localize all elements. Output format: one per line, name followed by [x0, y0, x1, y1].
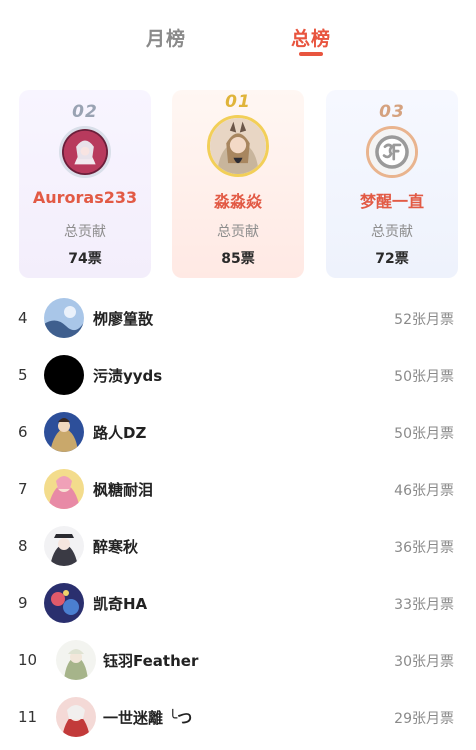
list-item[interactable]: 4 栁廖篁敔 52张月票: [0, 290, 476, 347]
list-votes: 52张月票: [394, 312, 454, 328]
podium-votes: 74票: [68, 251, 102, 267]
list-rank: 7: [18, 480, 28, 498]
avatar: [56, 640, 96, 680]
podium-name: 淼淼焱: [213, 192, 262, 211]
list-votes: 33张月票: [394, 597, 454, 613]
list-rank: 11: [18, 708, 38, 726]
list-votes: 50张月票: [394, 369, 454, 385]
list-item[interactable]: 5 污渍yyds 50张月票: [0, 347, 476, 404]
avatar: [366, 126, 418, 178]
list-name: 污渍yyds: [93, 367, 163, 385]
list-rank: 6: [18, 423, 28, 441]
list-rank: 4: [18, 309, 28, 327]
avatar: [56, 697, 96, 737]
list-item[interactable]: 10 钰羽Feather 30张月票: [0, 632, 476, 689]
list-name: 枫糖耐泪: [93, 481, 154, 499]
list-name: 路人DZ: [93, 424, 147, 442]
avatar: [207, 115, 269, 177]
podium-votes: 72票: [375, 251, 409, 267]
avatar: [44, 526, 84, 566]
podium-second[interactable]: 02 Auroras233 总贡献 74票: [19, 90, 151, 278]
list-item[interactable]: 8 醉寒秋 36张月票: [0, 518, 476, 575]
list-name: 醉寒秋: [93, 538, 139, 556]
list-item[interactable]: 7 枫糖耐泪 46张月票: [0, 461, 476, 518]
avatar: [44, 583, 84, 623]
avatar: [59, 126, 111, 178]
podium-name: Auroras233: [32, 188, 138, 207]
podium-third[interactable]: 03 梦醒一直 总贡献 72票: [326, 90, 458, 278]
list-rank: 10: [18, 651, 38, 669]
podium-rank: 02: [72, 102, 98, 122]
list-votes: 30张月票: [394, 654, 454, 670]
avatar: [44, 412, 84, 452]
contribution-label: 总贡献: [371, 224, 413, 240]
list-name: 凯奇HA: [93, 595, 148, 613]
podium-rank: 03: [379, 102, 405, 122]
list-votes: 36张月票: [394, 540, 454, 556]
avatar: [44, 298, 84, 338]
tab-monthly[interactable]: 月榜: [146, 24, 186, 51]
podium-rank: 01: [225, 92, 251, 112]
list-rank: 9: [18, 594, 28, 612]
list-name: 一世迷離 ╰つ: [103, 709, 193, 727]
avatar: [44, 469, 84, 509]
avatar: [44, 355, 84, 395]
contribution-label: 总贡献: [217, 224, 259, 240]
list-votes: 29张月票: [394, 711, 454, 727]
contribution-label: 总贡献: [64, 224, 106, 240]
ranking-tabs: 月榜 总榜: [0, 0, 476, 62]
podium-votes: 85票: [221, 251, 255, 267]
list-rank: 5: [18, 366, 28, 384]
list-rank: 8: [18, 537, 28, 555]
podium-name: 梦醒一直: [359, 192, 424, 211]
tab-total[interactable]: 总榜: [291, 24, 331, 51]
list-votes: 50张月票: [394, 426, 454, 442]
active-tab-indicator: [299, 52, 323, 56]
list-item[interactable]: 11 一世迷離 ╰つ 29张月票: [0, 689, 476, 746]
list-name: 栁廖篁敔: [93, 310, 154, 328]
list-item[interactable]: 9 凯奇HA 33张月票: [0, 575, 476, 632]
list-votes: 46张月票: [394, 483, 454, 499]
list-item[interactable]: 6 路人DZ 50张月票: [0, 404, 476, 461]
podium-first[interactable]: 01 淼淼焱 总贡献 85票: [172, 90, 304, 278]
list-name: 钰羽Feather: [103, 652, 199, 670]
